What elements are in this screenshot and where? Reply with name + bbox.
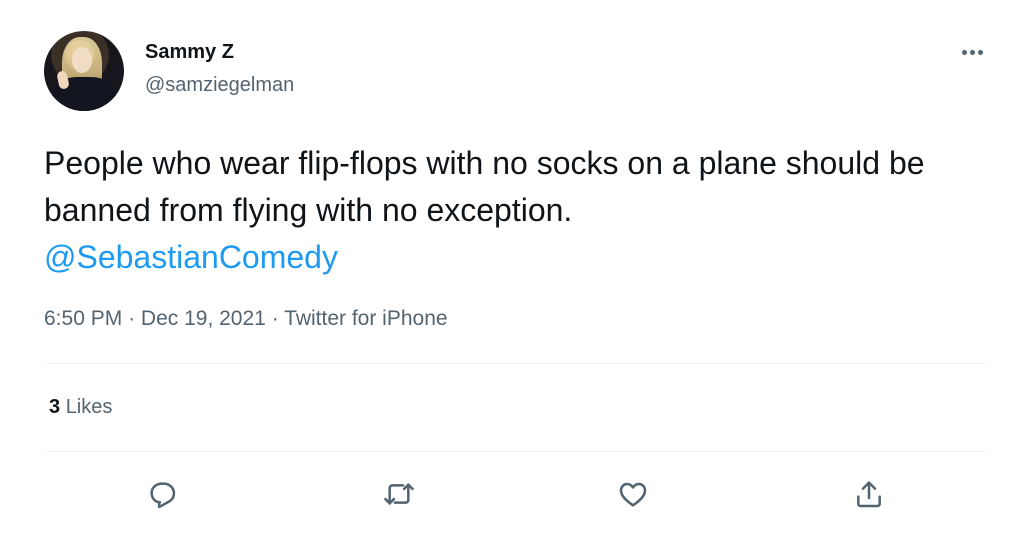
- display-name[interactable]: Sammy Z: [145, 41, 234, 64]
- divider: [44, 451, 987, 452]
- meta-separator: ·: [271, 307, 279, 330]
- tweet-date[interactable]: Dec 19, 2021: [141, 307, 266, 330]
- tweet-body: People who wear flip-flops with no socks…: [44, 145, 925, 228]
- action-bar: [44, 462, 987, 522]
- heart-icon: [619, 482, 647, 507]
- share-button[interactable]: [849, 474, 889, 514]
- tweet-text: People who wear flip-flops with no socks…: [44, 140, 984, 281]
- likes-label: Likes: [65, 396, 113, 418]
- avatar[interactable]: [44, 31, 124, 111]
- more-icon[interactable]: [955, 42, 989, 62]
- user-handle[interactable]: @samziegelman: [145, 74, 294, 97]
- like-button[interactable]: [613, 474, 653, 514]
- mention-link[interactable]: @SebastianComedy: [44, 234, 984, 281]
- likes-count[interactable]: 3 Likes: [49, 396, 112, 419]
- divider: [44, 363, 987, 364]
- tweet-time[interactable]: 6:50 PM: [44, 307, 122, 330]
- retweet-icon: [384, 483, 414, 505]
- likes-number: 3: [49, 396, 61, 418]
- retweet-button[interactable]: [379, 474, 419, 514]
- tweet-card: Sammy Z @samziegelman People who wear fl…: [0, 0, 1024, 544]
- tweet-meta: 6:50 PM · Dec 19, 2021 · Twitter for iPh…: [44, 307, 448, 331]
- reply-icon: [150, 482, 176, 509]
- reply-button[interactable]: [143, 474, 183, 514]
- meta-separator: ·: [128, 307, 136, 330]
- tweet-source[interactable]: Twitter for iPhone: [284, 307, 447, 330]
- share-icon: [857, 481, 881, 508]
